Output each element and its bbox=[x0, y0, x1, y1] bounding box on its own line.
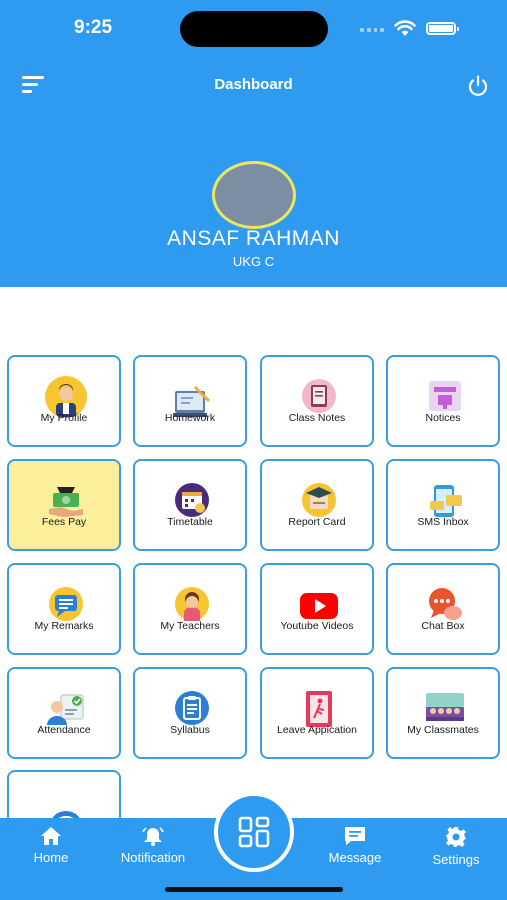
nav-message[interactable]: Message bbox=[322, 818, 388, 878]
page-title: Dashboard bbox=[214, 76, 293, 93]
tile-sms-inbox[interactable]: SMS Inbox bbox=[386, 459, 500, 551]
tile-youtube-videos[interactable]: Youtube Videos bbox=[260, 563, 374, 655]
bell-icon bbox=[142, 827, 164, 846]
tile-label: Homework bbox=[164, 412, 216, 424]
camera-notch bbox=[180, 11, 328, 47]
tile-label: Notices bbox=[425, 412, 461, 424]
tile-fees-pay[interactable]: Fees Pay bbox=[7, 459, 121, 551]
tile-label: Fees Pay bbox=[41, 516, 87, 528]
tile-report-card[interactable]: Report Card bbox=[260, 459, 374, 551]
tile-label: Syllabus bbox=[170, 724, 210, 736]
wifi-icon bbox=[394, 20, 416, 36]
tile-label: Attendance bbox=[37, 724, 91, 736]
tile-label: Leave Appication bbox=[277, 724, 357, 736]
tile-attendance[interactable]: Attendance bbox=[7, 667, 121, 759]
header: Dashboard ANSAF RAHMAN UKG C bbox=[0, 58, 507, 287]
nav-notification-label: Notification bbox=[120, 850, 186, 865]
student-name: ANSAF RAHMAN bbox=[167, 227, 340, 250]
home-icon bbox=[41, 827, 61, 845]
tile-label: My Profile bbox=[40, 412, 88, 424]
tile-notices[interactable]: Notices bbox=[386, 355, 500, 447]
home-indicator bbox=[165, 887, 343, 892]
status-time: 9:25 bbox=[74, 17, 113, 38]
battery-icon bbox=[426, 22, 459, 35]
tile-label: Timetable bbox=[167, 516, 213, 528]
student-class: UKG C bbox=[232, 254, 275, 269]
tile-class-notes[interactable]: Class Notes bbox=[260, 355, 374, 447]
tile-my-profile[interactable]: My Profile bbox=[7, 355, 121, 447]
status-bar: 9:25 bbox=[0, 0, 507, 58]
tile-my-classmates[interactable]: My Classmates bbox=[386, 667, 500, 759]
tile-homework[interactable]: Homework bbox=[133, 355, 247, 447]
nav-notification[interactable]: Notification bbox=[110, 818, 196, 878]
tile-label: Class Notes bbox=[288, 412, 346, 424]
gear-icon bbox=[446, 827, 466, 847]
tile-timetable[interactable]: Timetable bbox=[133, 459, 247, 551]
grid-icon bbox=[238, 816, 270, 848]
dashboard-fab-button[interactable] bbox=[214, 792, 294, 872]
tile-label: My Teachers bbox=[160, 620, 220, 632]
tile-label: My Remarks bbox=[34, 620, 94, 632]
nav-settings-label: Settings bbox=[432, 852, 480, 867]
tile-label: Report Card bbox=[288, 516, 346, 528]
tile-chat-box[interactable]: Chat Box bbox=[386, 563, 500, 655]
nav-home-label: Home bbox=[33, 850, 69, 865]
tile-syllabus[interactable]: Syllabus bbox=[133, 667, 247, 759]
tile-leave-application[interactable]: Leave Appication bbox=[260, 667, 374, 759]
tile-label: Chat Box bbox=[421, 620, 465, 632]
tile-label: SMS Inbox bbox=[417, 516, 469, 528]
tile-label: My Classmates bbox=[407, 724, 479, 736]
tile-my-remarks[interactable]: My Remarks bbox=[7, 563, 121, 655]
tile-label: Youtube Videos bbox=[280, 620, 354, 632]
message-icon bbox=[345, 827, 365, 845]
nav-home[interactable]: Home bbox=[22, 818, 80, 878]
nav-settings[interactable]: Settings bbox=[424, 818, 488, 878]
cellular-signal-icon bbox=[360, 28, 384, 34]
tile-my-teachers[interactable]: My Teachers bbox=[133, 563, 247, 655]
power-icon[interactable] bbox=[466, 74, 490, 98]
avatar[interactable] bbox=[212, 161, 296, 229]
nav-message-label: Message bbox=[328, 850, 382, 865]
